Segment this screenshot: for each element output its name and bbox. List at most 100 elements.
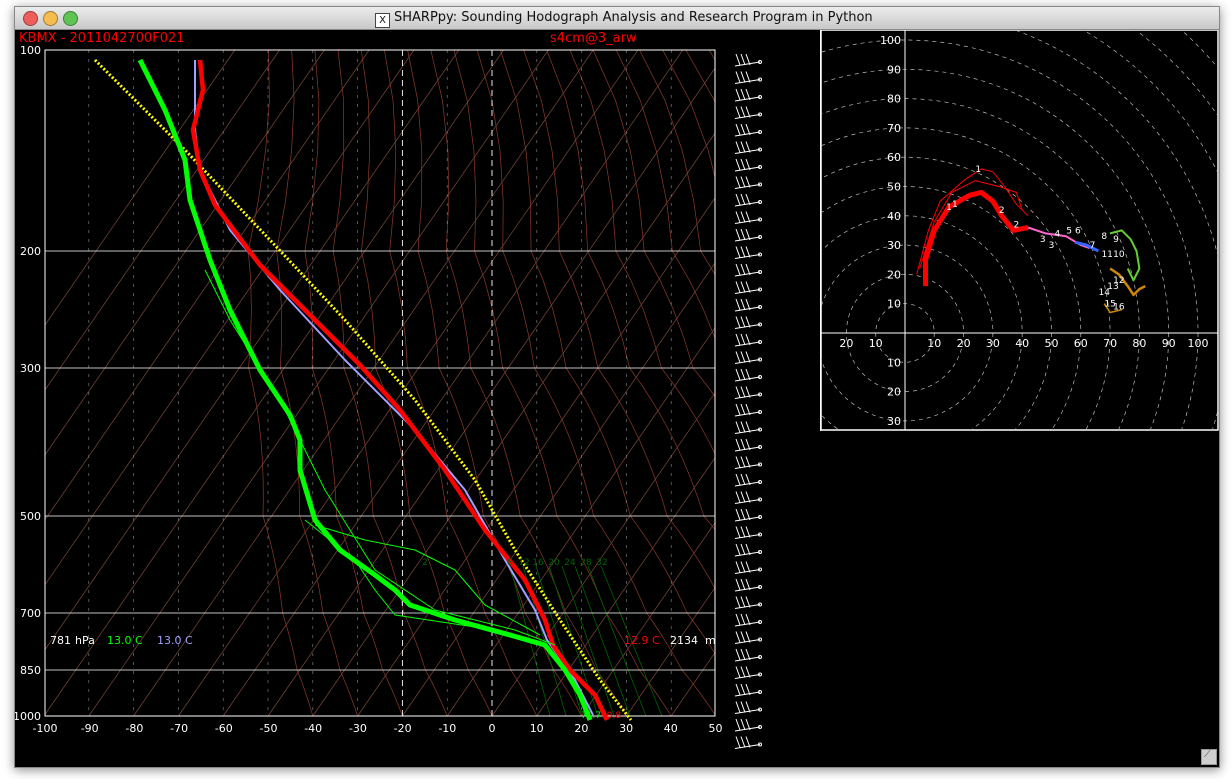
wind-barb-flag xyxy=(740,683,746,696)
wind-barb-flag xyxy=(745,158,751,171)
wind-barb-flag xyxy=(735,543,741,556)
wind-barb-flag xyxy=(740,228,746,241)
wind-barb-flag xyxy=(740,473,746,486)
wind-barb-flag xyxy=(735,578,741,591)
wind-barb-flag xyxy=(740,298,746,311)
wind-barb-flag xyxy=(740,71,746,83)
temperature-label: -10 xyxy=(438,722,456,735)
wind-barb-flag xyxy=(735,123,741,136)
cursor-height: 2134 xyxy=(670,634,698,647)
hodograph-y-label: 80 xyxy=(887,93,901,106)
wind-barb-flag xyxy=(735,351,741,363)
resize-grip[interactable]: ⟋ xyxy=(1201,749,1217,765)
wind-barb-flag xyxy=(735,613,741,626)
hodograph-x-label: 70 xyxy=(1103,337,1117,350)
wind-barb-flag xyxy=(745,263,751,276)
wind-barb-flag xyxy=(740,736,746,748)
pressure-label: 300 xyxy=(20,362,41,375)
zoom-window-button[interactable] xyxy=(63,11,78,26)
dry-adiabat-line xyxy=(685,50,715,104)
wind-barb-flag xyxy=(740,648,746,661)
wind-barb-flag xyxy=(745,211,751,223)
wind-barb-flag xyxy=(745,683,751,696)
wind-barb-flag xyxy=(735,88,741,101)
isotherm-line xyxy=(133,50,594,716)
mixing-ratio-label: 32 xyxy=(596,558,607,568)
hodograph-height-label: 2 xyxy=(999,206,1005,216)
isotherm-line xyxy=(88,50,549,716)
model-header: s4cm@3_arw xyxy=(550,31,637,46)
wind-barb-flag xyxy=(735,526,741,538)
pressure-label: 200 xyxy=(20,245,41,258)
skewt-grid xyxy=(44,49,820,717)
main-content: 100 200 300 500 700 850 1000 -100 -90 -80 -70 -60 -5… xyxy=(15,30,1219,767)
wind-barb-flag xyxy=(740,613,746,626)
pressure-label: 850 xyxy=(20,664,41,677)
wind-barb-flag xyxy=(740,193,746,206)
dry-adiabat-line xyxy=(802,50,820,716)
wind-barb-flag xyxy=(745,473,751,486)
wind-barb-flag xyxy=(735,736,741,748)
wind-barb-flag xyxy=(735,333,741,346)
wind-barb-flag xyxy=(745,613,751,626)
hodograph-height-label: 4 xyxy=(1054,229,1060,239)
hodograph-y-label: 50 xyxy=(887,181,901,194)
dry-adiabat-line xyxy=(453,50,691,716)
cursor-temperature: 12.9 C xyxy=(624,634,660,647)
wind-barb-flag xyxy=(740,508,746,521)
isotherm-line xyxy=(45,50,280,391)
wind-barb-flag xyxy=(745,316,751,328)
hodograph-x-label: 40 xyxy=(1015,337,1029,350)
dry-adiabat-line xyxy=(755,50,820,716)
dry-adiabat-line xyxy=(384,50,555,716)
dry-adiabat-line xyxy=(276,50,373,716)
wind-barb-flag xyxy=(745,438,751,451)
hodograph-height-label: 8 xyxy=(1101,232,1107,242)
temperature-label: -60 xyxy=(215,722,233,735)
wind-barb-flag xyxy=(745,106,751,118)
wind-barb-flag xyxy=(745,718,751,731)
temperature-label: -90 xyxy=(81,722,99,735)
wind-barb-flag xyxy=(735,211,741,223)
cursor-dewpoint: 13.0 C xyxy=(107,634,143,647)
wind-barb-flag xyxy=(745,71,751,83)
title-bar[interactable]: X SHARPpy: Sounding Hodograph Analysis an… xyxy=(15,7,1219,30)
temperature-trace xyxy=(190,59,610,721)
close-window-button[interactable] xyxy=(23,11,38,26)
wind-barb-flag xyxy=(735,631,741,643)
skewt-panel[interactable]: 1002003005007008501000-100 -90 -80 -70 -60 -5… xyxy=(15,30,820,767)
wind-barb-flag xyxy=(740,263,746,276)
temperature-label: -100 xyxy=(33,722,58,735)
wind-barb-flag xyxy=(740,211,746,223)
hodograph-height-label: 9 xyxy=(1113,235,1119,245)
skewt-frame xyxy=(44,49,716,717)
hodograph-x-label: 20 xyxy=(957,337,971,350)
wind-barb-flag xyxy=(735,158,741,171)
wind-barb-flag xyxy=(735,193,741,206)
wind-barb-flag xyxy=(745,666,751,678)
temperature-label: -70 xyxy=(170,722,188,735)
hodograph-y-label: 30 xyxy=(887,415,901,428)
surface-dewpoint-label: 71.7 xyxy=(581,711,601,721)
wind-barb-flag xyxy=(735,368,741,381)
wind-barb-flag xyxy=(745,491,751,503)
wind-barb-flag xyxy=(735,701,741,713)
temperature-label: 30 xyxy=(619,722,633,735)
wind-barb-flag xyxy=(740,456,746,468)
minimize-window-button[interactable] xyxy=(43,11,58,26)
cursor-height-unit: m xyxy=(705,634,716,647)
hodograph-y-label: 30 xyxy=(887,239,901,252)
x11-icon: X xyxy=(375,13,390,28)
mixing-ratio-label: 20 xyxy=(548,558,560,568)
app-window: X SHARPpy: Sounding Hodograph Analysis an… xyxy=(14,6,1220,768)
dry-adiabat-line xyxy=(615,50,715,340)
wind-barb-flag xyxy=(740,246,746,258)
hodograph-height-label: 7 xyxy=(1090,241,1096,251)
wind-barb-flag xyxy=(745,456,751,468)
hodograph-y-label: 10 xyxy=(887,298,901,311)
wind-barb-flag xyxy=(745,701,751,713)
hodograph-y-label: 40 xyxy=(887,210,901,223)
wind-barb-flag xyxy=(735,246,741,258)
window-title-text: SHARPpy: Sounding Hodograph Analysis and… xyxy=(394,10,873,25)
hodograph-panel[interactable]: 20 10 10 20 30 40 50 60 70 80 90 100 100 90 80 70 60 50 40… xyxy=(820,30,1219,431)
